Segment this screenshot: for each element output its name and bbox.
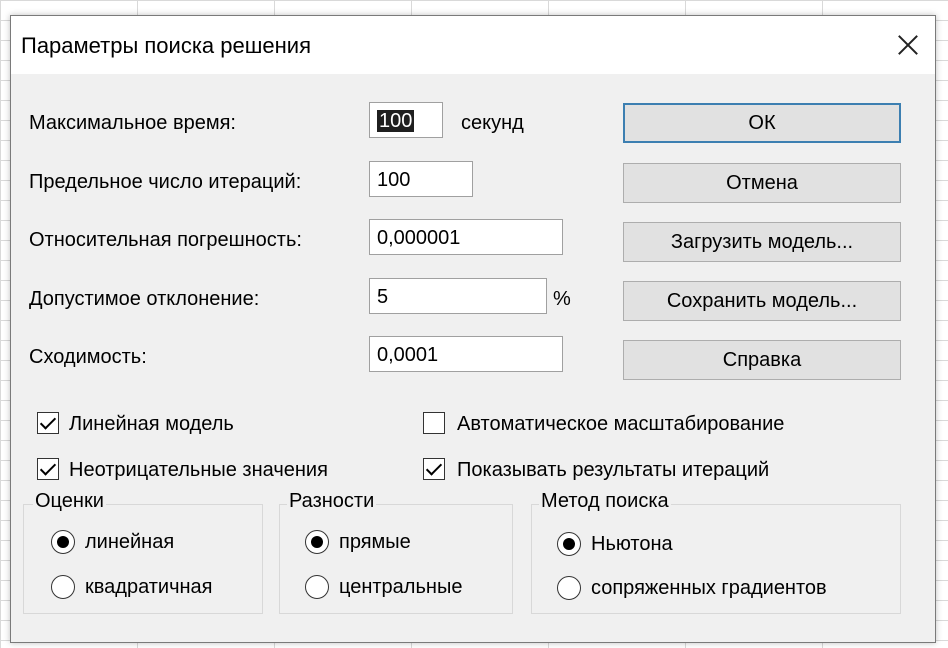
- linear-model-checkbox[interactable]: [37, 412, 59, 434]
- tolerance-unit: %: [553, 288, 571, 310]
- tolerance-label: Допустимое отклонение:: [29, 288, 260, 310]
- derivatives-forward-radio[interactable]: [305, 530, 329, 554]
- title-bar: Параметры поиска решения: [11, 16, 935, 74]
- max-time-unit: секунд: [461, 112, 524, 134]
- estimates-group-label: Оценки: [33, 490, 106, 513]
- show-iterations-checkbox[interactable]: [423, 458, 445, 480]
- help-button[interactable]: Справка: [623, 340, 901, 380]
- save-model-button[interactable]: Сохранить модель...: [623, 281, 901, 321]
- convergence-input[interactable]: 0,0001: [369, 336, 563, 372]
- linear-model-label[interactable]: Линейная модель: [69, 413, 234, 436]
- iterations-input[interactable]: 100: [369, 161, 473, 197]
- estimates-quadratic-label[interactable]: квадратичная: [85, 576, 213, 599]
- estimates-linear-label[interactable]: линейная: [85, 531, 174, 554]
- autoscale-checkbox[interactable]: [423, 412, 445, 434]
- solver-options-dialog: Параметры поиска решения Максимальное вр…: [10, 15, 936, 643]
- precision-label: Относительная погрешность:: [29, 229, 302, 251]
- search-method-group-label: Метод поиска: [539, 490, 671, 513]
- tolerance-input[interactable]: 5: [369, 278, 547, 314]
- search-conjugate-label[interactable]: сопряженных градиентов: [591, 577, 827, 600]
- load-model-button[interactable]: Загрузить модель...: [623, 222, 901, 262]
- nonnegative-label[interactable]: Неотрицательные значения: [69, 459, 328, 482]
- estimates-linear-radio[interactable]: [51, 530, 75, 554]
- derivatives-central-label[interactable]: центральные: [339, 576, 462, 599]
- derivatives-forward-label[interactable]: прямые: [339, 531, 411, 554]
- search-conjugate-radio[interactable]: [557, 576, 581, 600]
- precision-input[interactable]: 0,000001: [369, 219, 563, 255]
- derivatives-central-radio[interactable]: [305, 575, 329, 599]
- max-time-value: 100: [377, 110, 415, 132]
- cancel-button[interactable]: Отмена: [623, 163, 901, 203]
- max-time-input[interactable]: 100: [369, 102, 443, 138]
- iterations-label: Предельное число итераций:: [29, 171, 302, 193]
- show-iterations-label[interactable]: Показывать результаты итераций: [457, 459, 769, 482]
- estimates-quadratic-radio[interactable]: [51, 575, 75, 599]
- max-time-label: Максимальное время:: [29, 112, 236, 134]
- convergence-label: Сходимость:: [29, 346, 147, 368]
- close-icon[interactable]: [891, 30, 925, 60]
- dialog-title: Параметры поиска решения: [21, 33, 311, 58]
- search-newton-label[interactable]: Ньютона: [591, 533, 673, 556]
- search-newton-radio[interactable]: [557, 532, 581, 556]
- autoscale-label[interactable]: Автоматическое масштабирование: [457, 413, 784, 436]
- nonnegative-checkbox[interactable]: [37, 458, 59, 480]
- ok-button[interactable]: ОК: [623, 103, 901, 143]
- derivatives-group-label: Разности: [287, 490, 377, 513]
